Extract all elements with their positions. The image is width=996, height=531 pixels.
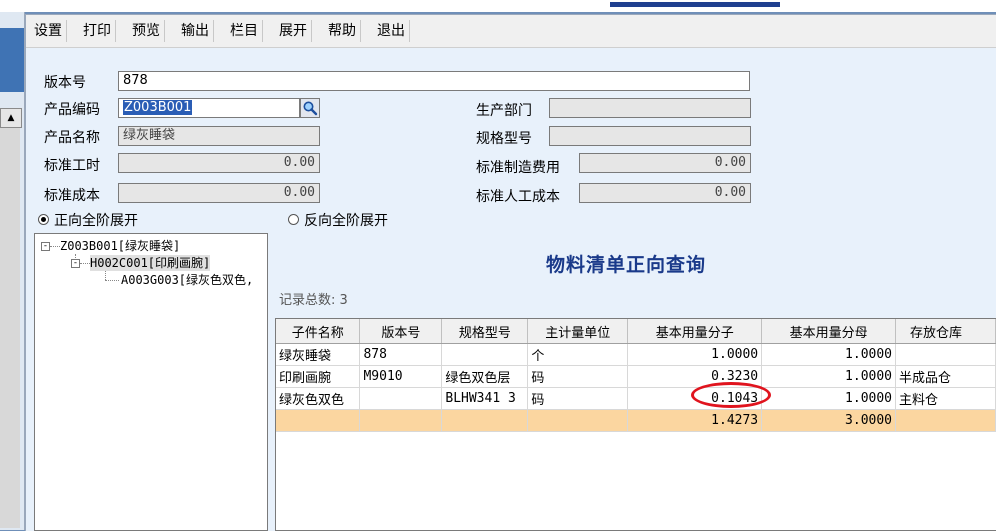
bom-table: 子件名称 版本号 规格型号 主计量单位 基本用量分子 基本用量分母 存放仓库 绿… [276,319,996,432]
toolbar-columns-button[interactable]: 栏目 [226,20,263,42]
product-name-label: 产品名称 [44,130,100,146]
product-code-field[interactable]: Z003B001 [118,98,300,118]
cell-unit: 个 [527,343,629,366]
cell-version: 878 [359,343,443,366]
cell-qty-numerator: 1.0000 [627,343,763,366]
dept-label: 生产部门 [476,103,532,119]
total-cell [276,409,361,432]
background-window: ▲ [0,12,25,530]
dept-field [549,98,751,118]
column-header-version[interactable]: 版本号 [359,319,443,344]
toolbar: 设置 打印 预览 输出 栏目 展开 帮助 退出 [26,15,996,48]
labor-label: 标准人工成本 [476,189,560,205]
highlight-circle-annotation [691,382,771,408]
total-cell [527,409,629,432]
tree-node-leaf[interactable]: A003G003[绿灰色双色, [121,272,253,288]
tree-node-child[interactable]: H002C001[印刷画腕] [90,255,211,271]
cell-part-name: 绿灰睡袋 [276,343,361,366]
mfg-fee-label: 标准制造费用 [476,160,560,176]
cell-warehouse [895,343,996,366]
tree-connector [80,263,90,264]
std-cost-field: 0.00 [118,183,320,203]
radio-forward-expand[interactable] [38,214,49,225]
column-header-warehouse[interactable]: 存放仓库 [895,319,996,344]
page-title: 物料清单正向查询 [546,254,707,276]
radio-reverse-label[interactable]: 反向全阶展开 [304,210,388,230]
toolbar-expand-button[interactable]: 展开 [275,20,312,42]
version-label: 版本号 [44,75,86,91]
product-code-value: Z003B001 [123,100,193,115]
tree-collapse-icon[interactable]: - [41,242,50,251]
column-header-qty-denominator[interactable]: 基本用量分母 [761,319,897,344]
toolbar-settings-button[interactable]: 设置 [30,20,67,42]
column-header-unit[interactable]: 主计量单位 [527,319,629,344]
table-total-row: 1.4273 3.0000 [276,409,996,432]
table-row[interactable]: 绿灰色双色 BLHW341 3 码 0.1043 1.0000 主料仓 [276,387,996,410]
mfg-fee-field: 0.00 [579,153,751,173]
std-hours-field: 0.00 [118,153,320,173]
bom-query-window: 设置 打印 预览 输出 栏目 展开 帮助 退出 版本号 878 产品编码 Z00… [25,14,996,531]
bom-tree[interactable]: - Z003B001[绿灰睡袋] - H002C001[印刷画腕] A003G0… [34,233,268,531]
product-name-field: 绿灰睡袋 [118,126,320,146]
title-strip [610,2,780,7]
column-header-part-name[interactable]: 子件名称 [276,319,361,344]
toolbar-export-button[interactable]: 输出 [177,20,214,42]
cell-unit: 码 [527,387,629,410]
tree-connector [105,271,106,280]
search-icon [303,101,318,116]
toolbar-preview-button[interactable]: 预览 [128,20,165,42]
std-hours-label: 标准工时 [44,158,100,174]
product-code-label: 产品编码 [44,102,100,118]
cell-version [359,387,443,410]
cell-unit: 码 [527,365,629,388]
cell-spec: 绿色双色层 [441,365,529,388]
record-count: 记录总数: 3 [279,293,348,308]
version-field[interactable]: 878 [118,71,750,91]
tree-collapse-icon[interactable]: - [71,259,80,268]
cell-qty-denominator: 1.0000 [761,343,897,366]
cell-part-name: 印刷画腕 [276,365,361,388]
tree-node-root[interactable]: Z003B001[绿灰睡袋] [60,238,180,254]
toolbar-help-button[interactable]: 帮助 [324,20,361,42]
cell-version: M9010 [359,365,443,388]
tree-connector [50,246,60,247]
toolbar-exit-button[interactable]: 退出 [373,20,410,42]
product-search-button[interactable] [300,98,320,118]
radio-reverse-expand[interactable] [288,214,299,225]
table-header-row: 子件名称 版本号 规格型号 主计量单位 基本用量分子 基本用量分母 存放仓库 [276,319,996,344]
total-cell [359,409,443,432]
cell-warehouse: 主料仓 [895,387,996,410]
radio-forward-label[interactable]: 正向全阶展开 [54,210,138,230]
cell-spec: BLHW341 3 [441,387,529,410]
scrollbar-track[interactable] [0,128,20,528]
tree-connector [105,280,119,281]
scroll-up-icon[interactable]: ▲ [0,108,22,128]
cell-spec [441,343,529,366]
total-cell [441,409,529,432]
labor-field: 0.00 [579,183,751,203]
cell-qty-denominator: 1.0000 [761,387,897,410]
top-window-edge [0,0,996,12]
cell-part-name: 绿灰色双色 [276,387,361,410]
toolbar-print-button[interactable]: 打印 [79,20,116,42]
bom-grid[interactable]: 子件名称 版本号 规格型号 主计量单位 基本用量分子 基本用量分母 存放仓库 绿… [275,318,996,531]
spec-label: 规格型号 [476,131,532,147]
cell-qty-denominator: 1.0000 [761,365,897,388]
total-cell [895,409,996,432]
table-row[interactable]: 绿灰睡袋 878 个 1.0000 1.0000 [276,343,996,366]
table-row[interactable]: 印刷画腕 M9010 绿色双色层 码 0.3230 1.0000 半成品仓 [276,365,996,388]
column-header-qty-numerator[interactable]: 基本用量分子 [627,319,763,344]
std-cost-label: 标准成本 [44,188,100,204]
spec-field [549,126,751,146]
column-header-spec[interactable]: 规格型号 [441,319,529,344]
total-qty-denominator: 3.0000 [761,409,897,432]
total-qty-numerator: 1.4273 [627,409,763,432]
cell-warehouse: 半成品仓 [895,365,996,388]
background-window-band [0,28,24,92]
